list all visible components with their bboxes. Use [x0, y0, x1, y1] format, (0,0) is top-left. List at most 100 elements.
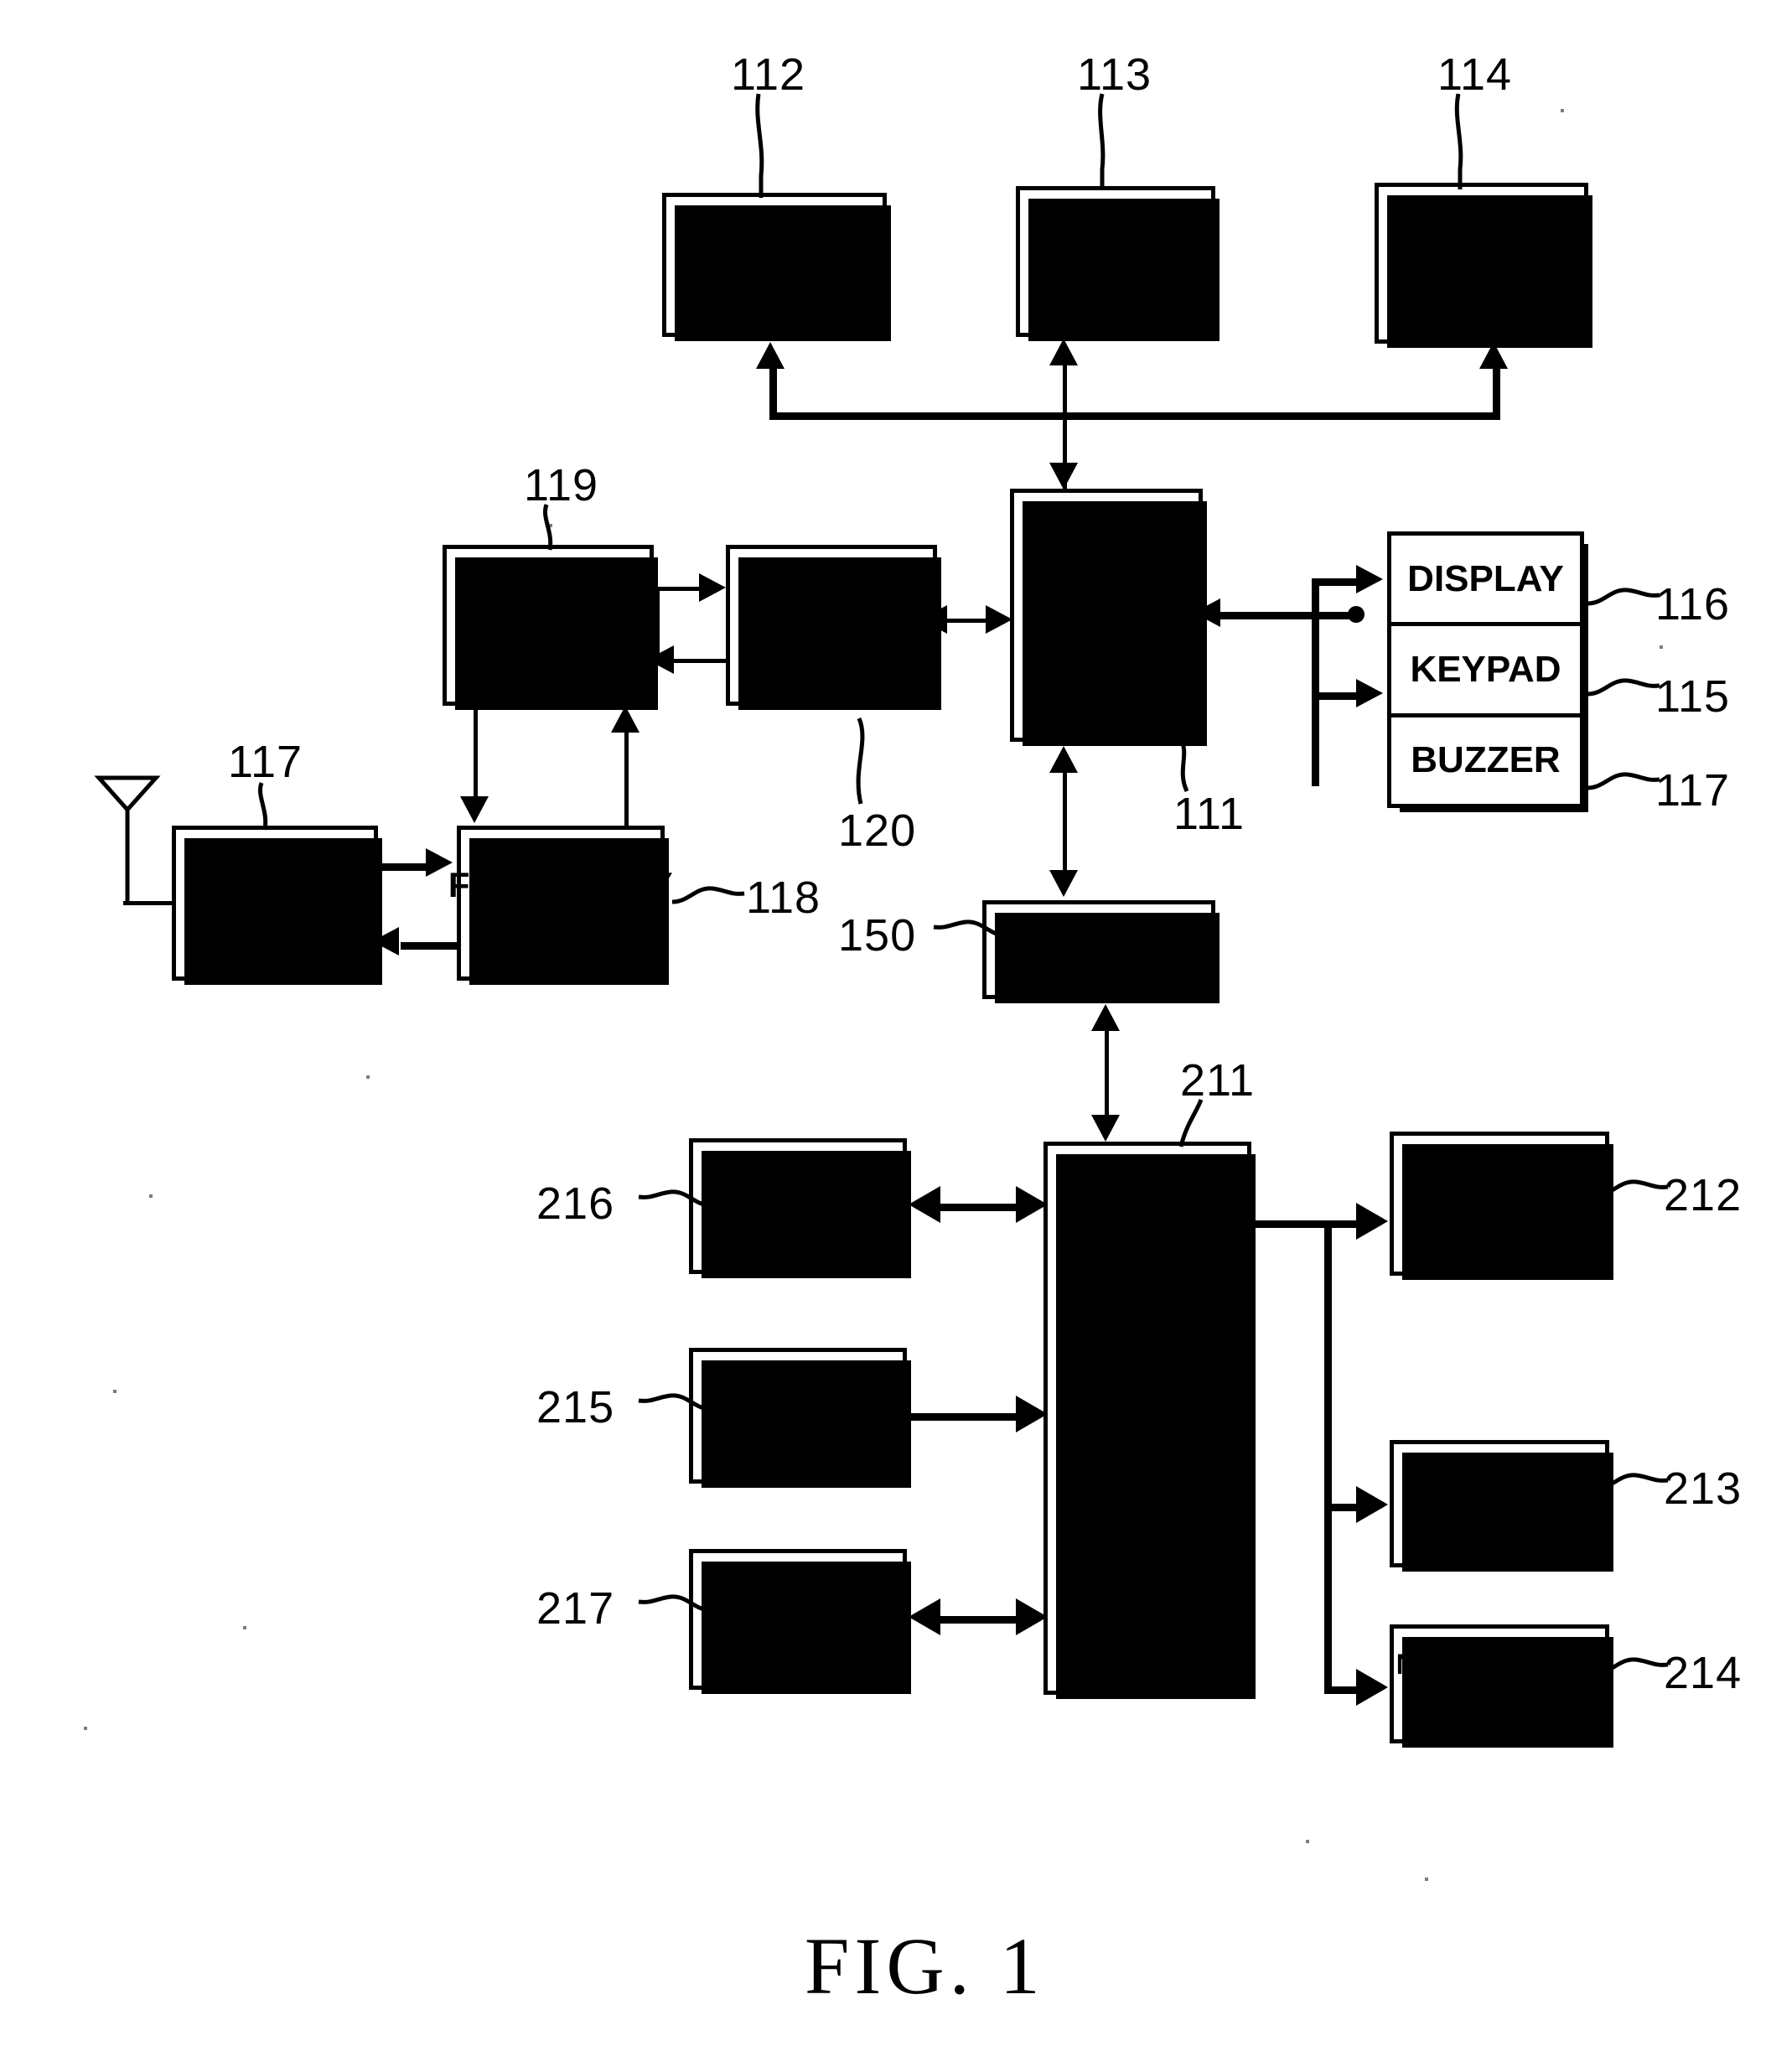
display-1-cell[interactable]: DISPLAY	[1391, 536, 1580, 623]
signal-processing-line1: SIGNAL	[760, 566, 903, 608]
moddemod-to-freq-line	[474, 706, 478, 800]
peripheral-branch-display	[1312, 578, 1362, 586]
signal-processing-box[interactable]: SIGNAL PRO- CESSING	[726, 545, 941, 710]
nonvolatile-memory-1-box[interactable]: NONVO- LATILE MEMORY	[1375, 183, 1592, 348]
ref-numeral-111: 111	[1173, 789, 1245, 839]
figure-caption: FIG. 1	[805, 1921, 1045, 2011]
ref-numeral-211: 211	[1180, 1055, 1256, 1106]
data-memory-2-line2: MEMORY	[1416, 1501, 1583, 1542]
leader-line-120	[856, 717, 865, 805]
leader-line-215	[638, 1393, 712, 1412]
cpu2-memory-bus-vert	[1324, 1220, 1332, 1690]
arrow-to-display-2	[909, 1186, 940, 1223]
second-cpu-box[interactable]: 2ND CPU	[1043, 1142, 1256, 1699]
data-memory-1-box[interactable]: DATA MEMORY	[1016, 186, 1220, 341]
frequency-shifting-box[interactable]: FREQUENCY SHIFTING	[448, 826, 673, 985]
program-memory-1-line2: MEMORY	[686, 262, 862, 306]
leader-line-118	[671, 886, 745, 904]
leader-line-150	[933, 919, 1007, 938]
keypad-1-cell[interactable]: KEYPAD	[1391, 622, 1580, 713]
ref-numeral-120: 120	[838, 805, 917, 856]
ref-numeral-117-rf: 117	[228, 737, 303, 787]
keypad-2-label: KEYPAD	[717, 1393, 878, 1437]
ref-numeral-119: 119	[524, 460, 599, 510]
arrow-to-program-memory-2	[1356, 1203, 1388, 1240]
ref-numeral-217: 217	[536, 1583, 615, 1634]
display-2-box[interactable]: DISPLAY	[689, 1138, 911, 1278]
cpu2-memory-trunk	[1251, 1220, 1360, 1228]
top-bus-right-riser	[1493, 369, 1500, 416]
program-memory-2-line1: PROGRAM	[1401, 1163, 1598, 1205]
arrow-to-first-cpu-top	[1049, 463, 1078, 490]
ref-numeral-214: 214	[1664, 1648, 1743, 1698]
arrow-moddemod-to-freq	[460, 796, 489, 823]
nonvolatile-memory-1-line1: NONVO-	[1403, 201, 1560, 246]
ref-numeral-216: 216	[536, 1178, 615, 1229]
second-cpu-label: 2ND CPU	[1061, 1396, 1234, 1440]
leader-line-115	[1587, 678, 1660, 697]
nonvolatile-memory-1-line3: MEMORY	[1394, 280, 1569, 324]
leader-line-214	[1595, 1657, 1669, 1676]
leader-line-117-buzzer	[1587, 772, 1660, 790]
top-bus-left-riser	[769, 369, 777, 416]
program-memory-1-box[interactable]: PROGRAM MEMORY	[662, 193, 891, 341]
arrow-moddemod-to-sp	[699, 573, 726, 602]
first-cpu-box[interactable]: 1ST CPU	[1010, 489, 1207, 746]
data-memory-2-line1: DATA	[1450, 1463, 1549, 1505]
comm-block-line2: BLOCK	[728, 1617, 868, 1660]
ref-numeral-114: 114	[1437, 49, 1513, 100]
arrow-to-keypad-1	[1356, 679, 1383, 707]
patent-figure-page: 112 113 114 PROGRAM MEMORY DATA MEMORY N…	[0, 0, 1771, 2072]
cpu-uart-line	[1063, 771, 1067, 872]
arrow-to-nonvolatile-memory-2	[1356, 1669, 1388, 1706]
program-memory-2-line2: MEMORY	[1416, 1201, 1583, 1242]
antenna-icon	[94, 775, 161, 904]
mod-demod-box[interactable]: MOD/ DEMOD	[443, 545, 658, 710]
arrow-to-first-cpu-bottom	[1049, 746, 1078, 773]
ref-numeral-215: 215	[536, 1382, 615, 1432]
first-cpu-label: 1ST CPU	[1023, 593, 1189, 637]
ref-numeral-113: 113	[1077, 49, 1152, 100]
ref-numeral-150: 150	[838, 910, 917, 961]
freq-to-moddemod-line	[624, 733, 629, 826]
peripheral-stack-1: DISPLAY KEYPAD BUZZER	[1387, 531, 1588, 812]
mod-demod-line1: MOD/	[496, 583, 600, 628]
peripheral-branch-keypad	[1312, 692, 1362, 700]
ref-numeral-213: 213	[1664, 1463, 1743, 1514]
buzzer-1-label: BUZZER	[1411, 739, 1561, 781]
comm-block-box[interactable]: COMM BLOCK	[689, 1549, 911, 1694]
frequency-shifting-line2: SHIFTING	[477, 900, 645, 940]
keypad-2-box[interactable]: KEYPAD	[689, 1348, 911, 1488]
leader-line-111	[1178, 736, 1189, 793]
signal-processing-line2: PRO-	[785, 603, 878, 645]
display-2-label: DISPLAY	[714, 1184, 882, 1228]
buzzer-1-cell[interactable]: BUZZER	[1391, 712, 1580, 804]
sp-to-moddemod-line	[672, 659, 729, 663]
leader-line-212	[1595, 1179, 1669, 1198]
arrow-to-uart-bottom	[1091, 1004, 1120, 1031]
freq-to-rf-line	[401, 942, 459, 950]
leader-line-216	[638, 1189, 712, 1208]
display2-cpu2-line	[937, 1204, 1021, 1211]
uart-label: UART	[1042, 926, 1156, 971]
leader-line-213	[1595, 1473, 1669, 1491]
arrow-to-program-memory-1	[756, 342, 785, 369]
rf-part-box[interactable]: RF PART	[172, 826, 382, 985]
uart-box[interactable]: UART	[982, 900, 1220, 1003]
data-memory-2-box[interactable]: DATA MEMORY	[1390, 1440, 1613, 1572]
moddemod-to-sp-line	[655, 587, 702, 591]
junction-dot-peripherals	[1348, 606, 1364, 623]
nonvolatile-memory-2-box[interactable]: NONVOLATILE MEMORY	[1390, 1624, 1613, 1748]
rf-part-label: RF PART	[191, 881, 359, 925]
program-memory-1-line1: PROGRAM	[672, 223, 877, 267]
ref-numeral-212: 212	[1664, 1170, 1743, 1220]
data-memory-1-line1: DATA	[1064, 220, 1168, 264]
keypad2-cpu2-line	[910, 1413, 1021, 1421]
arrow-to-data-memory-1	[1049, 339, 1078, 365]
peripheral-branch-vert	[1312, 578, 1319, 786]
program-memory-2-box[interactable]: PROGRAM MEMORY	[1390, 1132, 1613, 1280]
ref-numeral-116: 116	[1655, 579, 1731, 629]
arrow-to-first-cpu-left	[986, 605, 1012, 634]
comm-cpu2-line	[937, 1616, 1021, 1624]
leader-line-112	[755, 93, 764, 198]
